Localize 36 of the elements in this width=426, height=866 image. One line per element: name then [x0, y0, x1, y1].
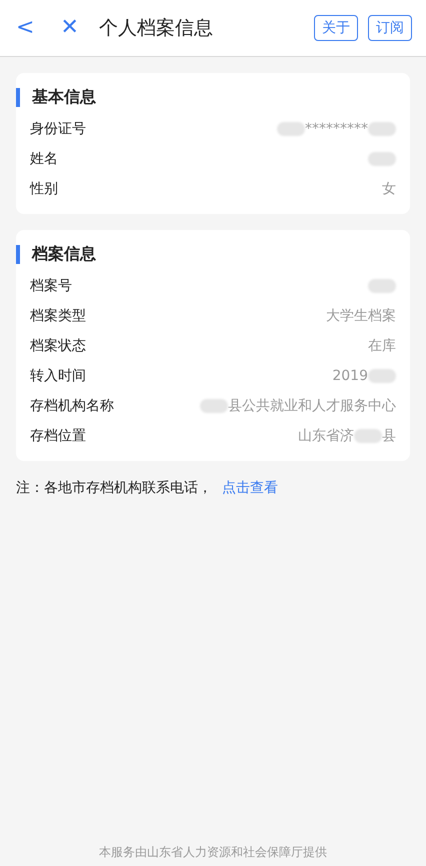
field-value: 在库 [368, 337, 396, 355]
header-button[interactable]: 关于 [314, 15, 358, 41]
section-marker [16, 88, 20, 107]
blurred-mark [354, 429, 382, 443]
field-value: ********* [305, 121, 368, 137]
field-value: 县公共就业和人才服务中心 [228, 397, 396, 415]
field-value: 大学生档案 [326, 307, 396, 325]
note-text: 注：各地市存档机构联系电话， [16, 479, 212, 497]
view-link[interactable]: 点击查看 [222, 479, 278, 497]
field-label: 档案状态 [30, 337, 86, 355]
blurred-mark [277, 122, 305, 136]
field-label: 存档机构名称 [30, 397, 114, 415]
section-marker [16, 245, 20, 264]
field-label: 性别 [30, 180, 58, 198]
field-value: 县 [382, 427, 396, 445]
field-value: 女 [382, 180, 396, 198]
field-label: 身份证号 [30, 120, 86, 138]
footer-text: 本服务由山东省人力资源和社会保障厅提供 [99, 844, 327, 861]
blurred-mark [368, 122, 396, 136]
field-label: 转入时间 [30, 367, 86, 385]
field-label: 档案号 [30, 277, 72, 295]
blurred-mark [200, 399, 228, 413]
field-value: 2019 [332, 368, 368, 384]
section-title: 基本信息 [32, 87, 96, 108]
field-label: 档案类型 [30, 307, 86, 325]
field-label: 存档位置 [30, 427, 86, 445]
back-button[interactable]: < [10, 17, 40, 39]
field-label: 姓名 [30, 150, 58, 168]
section-title: 档案信息 [32, 244, 96, 265]
close-button[interactable]: ✕ [54, 17, 85, 39]
blurred-mark [368, 369, 396, 383]
blurred-mark [368, 279, 396, 293]
blurred-mark [368, 152, 396, 166]
field-value: 山东省济 [298, 427, 354, 445]
header-button[interactable]: 订阅 [368, 15, 412, 41]
page-title: 个人档案信息 [98, 16, 214, 41]
